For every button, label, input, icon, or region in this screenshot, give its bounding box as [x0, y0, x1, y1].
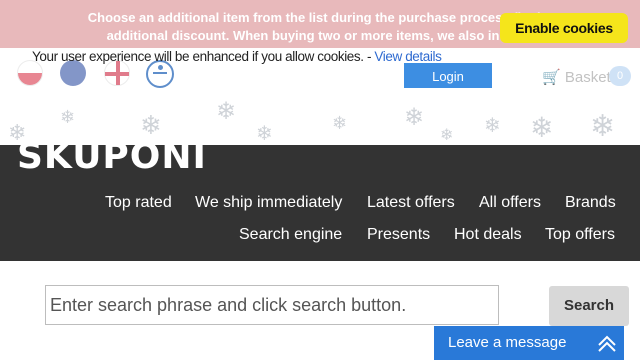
- search-input[interactable]: [45, 285, 499, 325]
- leave-message-label: Leave a message: [448, 334, 567, 351]
- nav-all-offers[interactable]: All offers: [479, 194, 541, 212]
- nav-brands[interactable]: Brands: [565, 194, 616, 212]
- nav-hot-deals[interactable]: Hot deals: [454, 226, 522, 244]
- snowflake-icon: ❄: [332, 113, 348, 133]
- cart-icon: 🛒: [542, 69, 561, 86]
- nav-top-rated[interactable]: Top rated: [105, 194, 172, 212]
- nav-latest-offers[interactable]: Latest offers: [367, 194, 455, 212]
- nav-top-offers[interactable]: Top offers: [545, 226, 615, 244]
- snowflake-icon: ❄: [590, 110, 616, 143]
- snowflake-icon: ❄: [484, 115, 501, 137]
- snowflake-icon: ❄: [440, 127, 454, 144]
- site-logo[interactable]: SKUPONI: [17, 136, 207, 177]
- search-button[interactable]: Search: [549, 286, 629, 326]
- view-details-link[interactable]: View details: [374, 49, 441, 64]
- accessibility-icon[interactable]: [146, 60, 174, 88]
- cookie-notice: Your user experience will be enhanced if…: [32, 49, 442, 64]
- snowflake-icon: ❄: [60, 107, 76, 127]
- login-button[interactable]: Login: [404, 63, 492, 90]
- leave-message-widget[interactable]: Leave a message: [434, 326, 624, 360]
- basket-label: Basket: [564, 69, 611, 86]
- nav-search-engine[interactable]: Search engine: [239, 226, 342, 244]
- basket-link[interactable]: 🛒 Basket: [542, 68, 611, 86]
- snowflake-icon: ❄: [216, 98, 237, 125]
- snowflake-icon: ❄: [256, 123, 273, 145]
- basket-count-badge: 0: [609, 66, 631, 86]
- snowflake-icon: ❄: [404, 104, 425, 131]
- enable-cookies-button[interactable]: Enable cookies: [500, 13, 628, 43]
- cookie-notice-text: Your user experience will be enhanced if…: [32, 49, 375, 64]
- snowflake-icon: ❄: [530, 112, 554, 143]
- nav-ship-immediately[interactable]: We ship immediately: [195, 194, 342, 212]
- maximize-icon[interactable]: [598, 334, 616, 352]
- nav-presents[interactable]: Presents: [367, 226, 430, 244]
- snowflake-icon: ❄: [140, 110, 162, 140]
